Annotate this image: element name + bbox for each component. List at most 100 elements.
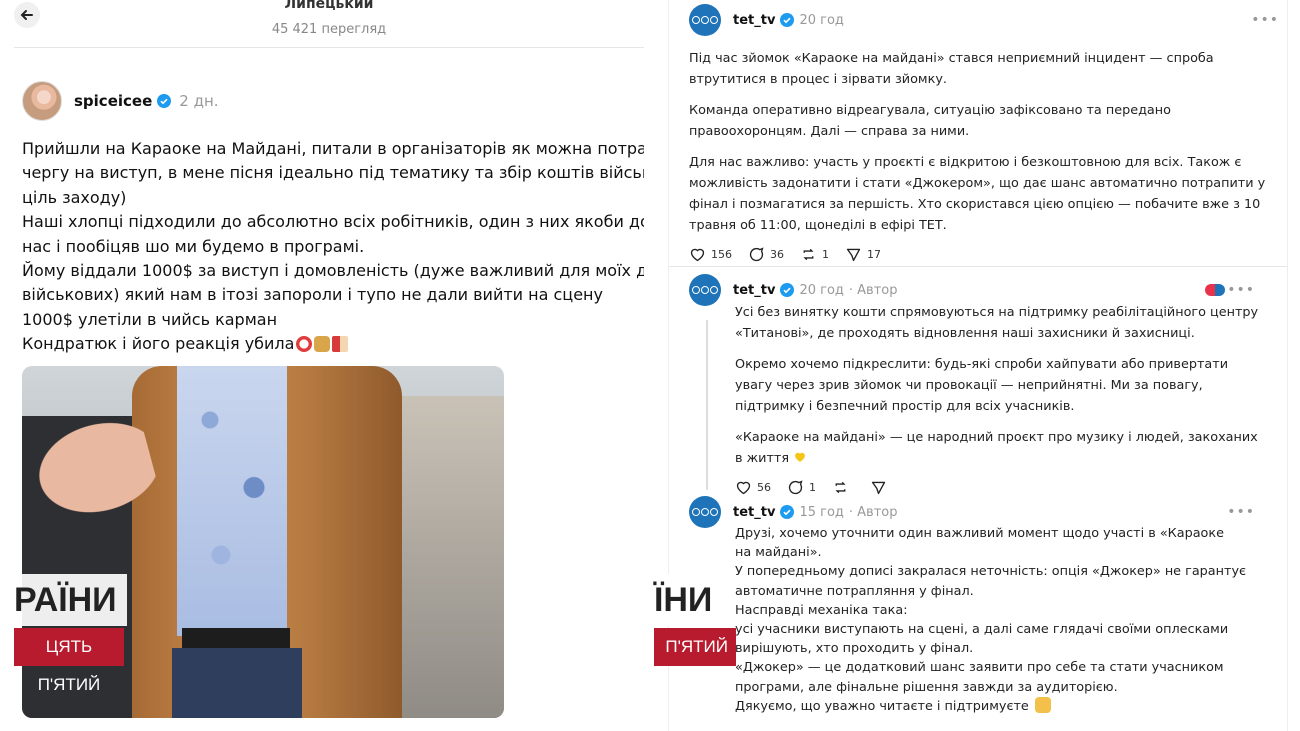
comment-button[interactable]: 1 xyxy=(787,479,816,496)
line: програми, але фінальне рішення завжди за… xyxy=(735,679,1118,695)
line: «Титанові», де проходять відновлення наш… xyxy=(735,326,1195,341)
post-time: 15 год xyxy=(799,504,844,520)
send-icon xyxy=(846,248,861,262)
paragraph: Під час зйомок «Караоке на майдані» став… xyxy=(689,48,1249,90)
share-count: 17 xyxy=(867,248,881,261)
post-line: Наші хлопці підходили до абсолютно всіх … xyxy=(22,212,644,232)
paragraph: Для нас важливо: участь у проєкті є відк… xyxy=(689,152,1265,236)
paragraph: Окремо хочемо підкреслити: будь-які спро… xyxy=(735,354,1249,417)
verified-badge-icon xyxy=(780,283,795,297)
repost-button[interactable]: 1 xyxy=(800,246,829,263)
like-button[interactable]: 156 xyxy=(689,246,732,263)
repost-count: 1 xyxy=(822,248,829,261)
comment-count: 1 xyxy=(809,481,816,494)
tv-overlay-title-left: РАЇНИ xyxy=(14,574,127,626)
share-button[interactable] xyxy=(870,479,892,496)
video-header: Липецький 45 421 перегляд xyxy=(14,0,644,48)
line: Насправді механіка така: xyxy=(735,602,908,618)
photo-shirt xyxy=(177,366,287,636)
photo-belt xyxy=(182,628,290,648)
post-body: Усі без винятку кошти спрямовуються на п… xyxy=(735,302,1258,469)
clown-emoji-icon xyxy=(296,336,313,353)
like-button[interactable]: 56 xyxy=(735,479,771,496)
post-line: Йому віддали 1000$ за виступ і домовлені… xyxy=(22,260,644,280)
line: Окремо хочемо підкреслити: будь-які спро… xyxy=(735,357,1229,372)
post-line: Кондратюк і його реакція убила xyxy=(22,332,644,356)
skull-emoji-icon xyxy=(314,336,331,353)
line: правоохоронцям. Далі — справа за ними. xyxy=(689,124,970,139)
comment-icon xyxy=(749,247,764,262)
post-line: чергу на виступ, в мене пісня ідеально п… xyxy=(22,163,644,183)
praying-hands-emoji-icon xyxy=(1034,696,1051,713)
line: Усі без винятку кошти спрямовуються на п… xyxy=(735,305,1259,320)
verified-badge-icon xyxy=(157,94,172,108)
post-header: tet_tv 20 год · Автор ••• xyxy=(689,274,1254,306)
line: Команда оперативно відреагувала, ситуаці… xyxy=(689,103,1171,118)
thread-post-1: tet_tv 20 год ••• Під час зйомок «Караок… xyxy=(689,4,1278,263)
line: фінал і позмагатися за першість. Хто ско… xyxy=(689,197,1261,212)
post-body: Під час зйомок «Караоке на майдані» став… xyxy=(689,48,1265,236)
tv-overlay-strap-right: П'ЯТИЙ xyxy=(654,628,736,666)
post-line: 1000$ улетіли в чийсь карман xyxy=(22,309,278,329)
paragraph: «Караоке на майдані» — це народний проєк… xyxy=(735,427,1258,469)
yellow-heart-icon xyxy=(795,452,806,462)
post-header: tet_tv 20 год ••• xyxy=(689,4,1278,36)
post-time: 20 год xyxy=(799,12,844,28)
like-count: 56 xyxy=(757,481,771,494)
post-time: 20 год xyxy=(799,282,844,298)
tet-logo-avatar[interactable] xyxy=(689,274,721,306)
username[interactable]: tet_tv xyxy=(733,13,775,28)
line: «Джокер» — це додатковий шанс заявити пр… xyxy=(735,660,1224,676)
post-author: spiceicee 2 дн. xyxy=(22,80,219,122)
line: Для нас важливо: участь у проєкті є відк… xyxy=(689,155,1242,170)
post-header: tet_tv 15 год · Автор ••• xyxy=(689,496,1254,528)
view-count: 45 421 перегляд xyxy=(271,22,387,37)
username[interactable]: tet_tv xyxy=(733,505,775,520)
line: вирішують, хто проходить у фінал. xyxy=(735,641,974,657)
comment-icon xyxy=(788,480,803,495)
post-line: військових) який нам в ітозі запороли і … xyxy=(22,285,603,305)
username[interactable]: tet_tv xyxy=(733,283,775,298)
right-panel: tet_tv 20 год ••• Під час зйомок «Караок… xyxy=(668,0,1288,731)
photo-jeans xyxy=(172,648,302,718)
heart-icon xyxy=(736,481,751,495)
comment-button[interactable]: 36 xyxy=(748,246,784,263)
line: на майдані». xyxy=(735,545,822,561)
share-button[interactable]: 17 xyxy=(845,246,881,263)
line: У попередньому дописі закралася неточніс… xyxy=(735,564,1247,580)
post-actions: 156 36 1 17 xyxy=(689,246,1249,263)
like-count: 156 xyxy=(711,248,732,261)
thread-post-3: tet_tv 15 год · Автор ••• Друзі, хочемо … xyxy=(689,496,1254,716)
avatar[interactable] xyxy=(22,81,62,121)
tet-logo-avatar[interactable] xyxy=(689,496,721,528)
line: втрутитися в процес і зірвати зйомку. xyxy=(689,72,947,87)
post-divider xyxy=(669,266,1287,267)
comment-count: 36 xyxy=(770,248,784,261)
post-body: Друзі, хочемо уточнити один важливий мом… xyxy=(735,524,1249,716)
line: усі учасники виступають на сцені, а далі… xyxy=(735,622,1229,638)
line-text: Дякуємо, що уважно читаєте і підтримуєте xyxy=(735,698,1029,714)
author-tag: · Автор xyxy=(848,504,898,520)
paragraph: Команда оперативно відреагувала, ситуаці… xyxy=(689,100,1249,142)
repost-button[interactable] xyxy=(832,479,854,496)
verified-badge-icon xyxy=(780,505,795,519)
line: «Караоке на майдані» — це народний проєк… xyxy=(735,430,1258,445)
username[interactable]: spiceicee xyxy=(74,92,152,110)
more-options-icon[interactable]: ••• xyxy=(1227,282,1255,298)
post-line-text: Кондратюк і його реакція убила xyxy=(22,334,295,354)
line: підтримку і безпечний простір для всіх у… xyxy=(735,399,1075,414)
photo-background xyxy=(402,396,504,718)
tet-logo-avatar[interactable] xyxy=(689,4,721,36)
more-options-icon[interactable]: ••• xyxy=(1251,12,1279,28)
send-icon xyxy=(871,481,886,495)
line: можливість задонатити і стати «Джокером»… xyxy=(689,176,1266,191)
post-line: ціль заходу) xyxy=(22,187,127,207)
line: Друзі, хочемо уточнити один важливий мом… xyxy=(735,526,1224,541)
paragraph: Усі без винятку кошти спрямовуються на п… xyxy=(735,302,1258,344)
author-tag: · Автор xyxy=(848,282,898,298)
line: увагу через зрив зйомок чи провокації — … xyxy=(735,378,1203,393)
circus-tent-emoji-icon xyxy=(332,336,349,353)
reaction-icon xyxy=(1205,284,1225,296)
post-line: Прийшли на Караоке на Майдані, питали в … xyxy=(22,139,644,158)
more-options-icon[interactable]: ••• xyxy=(1227,504,1255,520)
